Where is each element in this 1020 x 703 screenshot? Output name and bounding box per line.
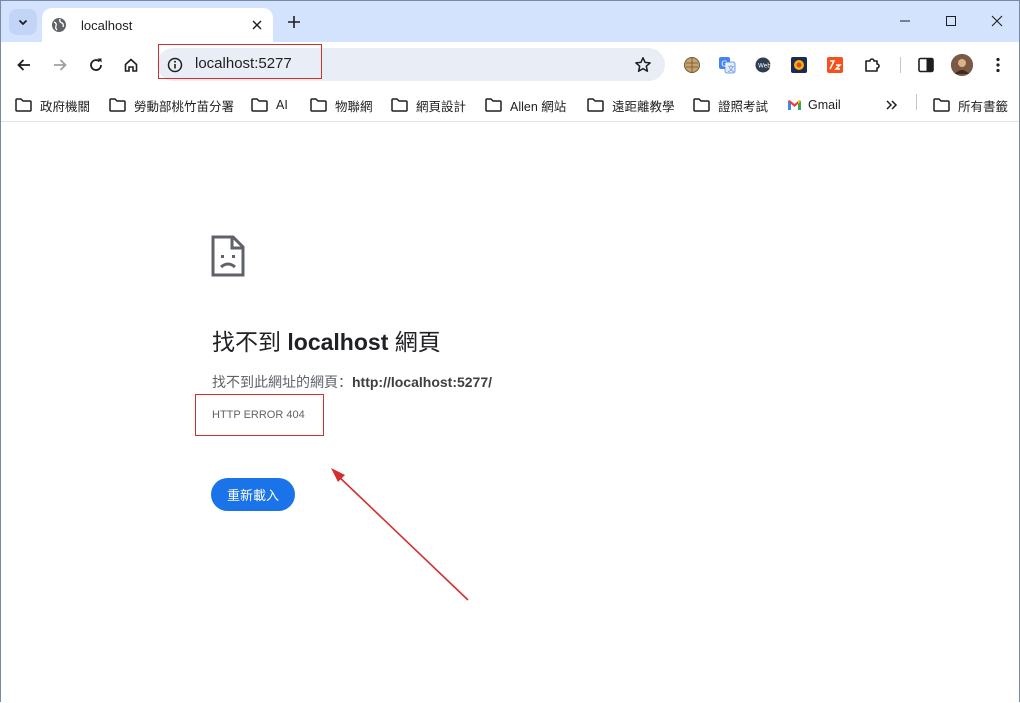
annotation-arrow xyxy=(331,468,469,601)
browser-window: localhost localhost:5277 G 文 Web 政府機關 勞動… xyxy=(0,0,1020,702)
